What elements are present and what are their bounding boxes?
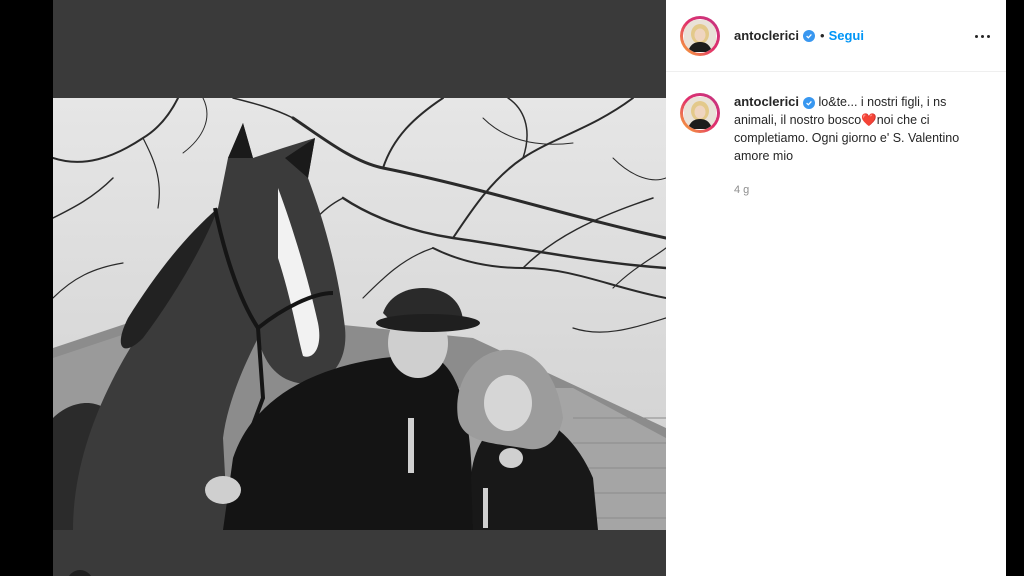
caption-username[interactable]: antoclerici	[734, 94, 799, 109]
carousel-indicator	[67, 570, 93, 576]
post-sidebar: antoclerici • Segui antoclerici lo&te...…	[666, 0, 1006, 576]
avatar-image	[683, 18, 717, 53]
follow-button[interactable]: Segui	[829, 28, 864, 43]
caption-author-avatar[interactable]	[680, 93, 720, 133]
caption-block: antoclerici lo&te... i nostri figli, i n…	[680, 93, 996, 165]
more-options-icon[interactable]	[972, 26, 992, 46]
verified-badge-icon	[803, 29, 816, 42]
left-letterbox	[0, 0, 53, 576]
right-letterbox	[1006, 0, 1024, 576]
header-separator: •	[820, 28, 825, 43]
author-avatar[interactable]	[680, 15, 720, 56]
avatar-image	[683, 96, 717, 130]
avatar-portrait-icon	[684, 97, 716, 129]
post-photo-image	[53, 98, 666, 530]
post-photo[interactable]	[53, 98, 666, 530]
post-media-pane	[53, 0, 666, 576]
post-header: antoclerici • Segui	[666, 0, 1006, 72]
post-timestamp[interactable]: 4 g	[734, 184, 749, 196]
verified-badge-icon	[803, 97, 816, 109]
author-username[interactable]: antoclerici	[734, 28, 799, 43]
post-caption: antoclerici lo&te... i nostri figli, i n…	[734, 93, 984, 165]
avatar-portrait-icon	[684, 19, 716, 52]
heart-emoji: ❤️	[861, 113, 877, 127]
